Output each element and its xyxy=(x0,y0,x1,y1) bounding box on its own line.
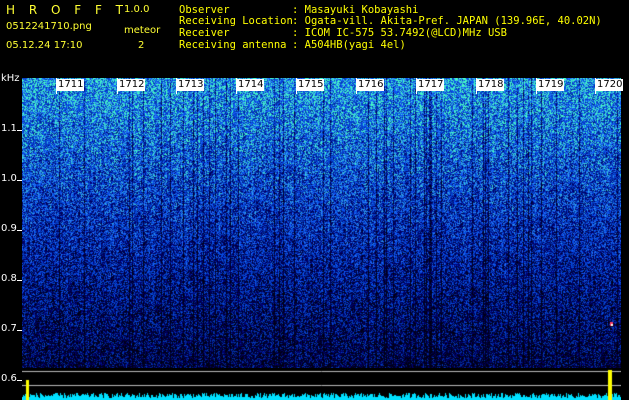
spectrogram xyxy=(22,78,621,368)
y-label-0.8: 0.8 xyxy=(1,273,17,284)
receiver-label: Receiver xyxy=(179,27,230,39)
axis-unit: kHz xyxy=(1,73,20,84)
time-label-1715: 1715 xyxy=(297,79,325,91)
y-label-0.6: 0.6 xyxy=(1,373,17,384)
datetime-label: 05.12.24 17:10 xyxy=(6,40,83,51)
time-label-1719: 1719 xyxy=(537,79,565,91)
y-label-0.7: 0.7 xyxy=(1,323,17,334)
meteor-label: meteor xyxy=(124,25,161,36)
antenna-label: Receiving antenna xyxy=(179,39,287,51)
location-value: : Ogata-vill. Akita-Pref. JAPAN (139.96E… xyxy=(292,15,602,27)
y-label-0.9: 0.9 xyxy=(1,223,17,234)
meteor-count: 2 xyxy=(138,40,145,51)
time-label-1718: 1718 xyxy=(477,79,505,91)
y-label-1.0: 1.0 xyxy=(1,173,17,184)
app-version: 1.0.0 xyxy=(124,4,150,15)
antenna-value: : A504HB(yagi 4el) xyxy=(292,39,406,51)
time-label-1720: 1720 xyxy=(596,79,624,91)
filename-label: 0512241710.png xyxy=(6,21,92,32)
time-label-1717: 1717 xyxy=(417,79,445,91)
time-label-1716: 1716 xyxy=(357,79,385,91)
receiver-value: : ICOM IC-575 53.7492(@LCD)MHz USB xyxy=(292,27,507,39)
time-label-1711: 1711 xyxy=(57,79,85,91)
signal-level-graph xyxy=(22,368,621,400)
location-label: Receiving Location xyxy=(179,15,293,27)
time-label-1713: 1713 xyxy=(177,79,205,91)
app-title: H R O F F T xyxy=(6,3,129,17)
time-label-1714: 1714 xyxy=(237,79,265,91)
time-label-1712: 1712 xyxy=(118,79,146,91)
y-label-1.1: 1.1 xyxy=(1,123,17,134)
